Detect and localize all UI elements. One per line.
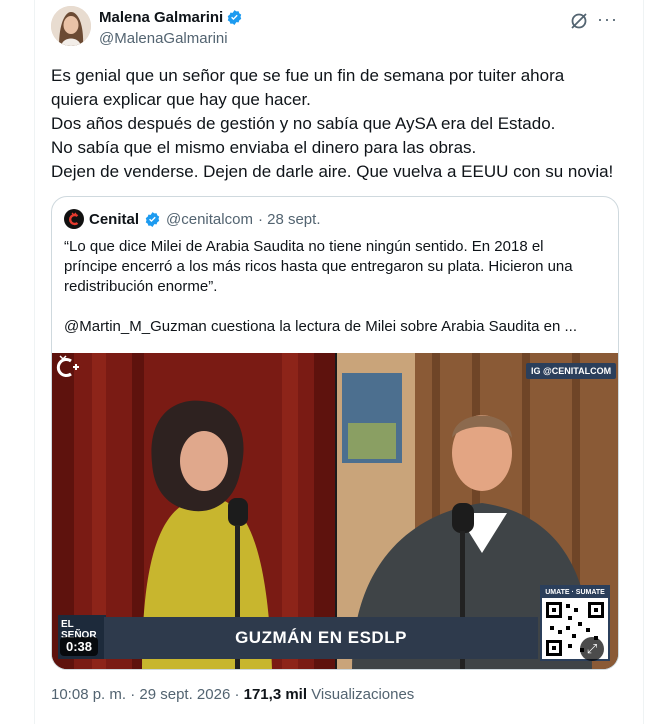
- tweet-text: Es genial que un señor que se fue un fin…: [51, 64, 621, 184]
- cenital-plus-logo-icon: [56, 355, 79, 377]
- avatar[interactable]: [51, 6, 91, 46]
- quote-date[interactable]: · 28 sept.: [258, 211, 321, 228]
- sumate-label: UMATE · SUMATE: [542, 587, 608, 598]
- show-label-1: EL: [61, 619, 74, 630]
- quote-header: Cenital @cenitalcom · 28 sept.: [64, 209, 321, 229]
- author-name-text[interactable]: Malena Galmarini: [99, 9, 223, 26]
- quote-author-name[interactable]: Cenital: [89, 211, 139, 228]
- quote-line: redistribución enorme”.: [64, 278, 218, 295]
- tweet-line: Dos años después de gestión y no sabía q…: [51, 114, 556, 133]
- tweet-line: Dejen de venderse. Dejen de darle aire. …: [51, 162, 614, 181]
- video-player[interactable]: IG @CENITALCOM EL SEÑOR GUZMÁN EN ESDLP …: [52, 353, 618, 669]
- verified-badge-icon: [145, 211, 160, 227]
- cenital-logo-icon: [64, 209, 84, 229]
- quoted-tweet[interactable]: Cenital @cenitalcom · 28 sept. “Lo que d…: [51, 196, 619, 670]
- tweet-line: No sabía que el mismo enviaba el dinero …: [51, 138, 477, 157]
- video-title-bar: GUZMÁN EN ESDLP: [104, 617, 538, 659]
- author-name[interactable]: Malena Galmarini: [99, 9, 243, 26]
- tweet-line: quiera explicar que hay que hacer.: [51, 90, 311, 109]
- views-label: Visualizaciones: [311, 686, 415, 703]
- tweet-line: Es genial que un señor que se fue un fin…: [51, 66, 565, 85]
- grok-icon[interactable]: [569, 11, 589, 31]
- quote-line: @Martin_M_Guzman cuestiona la lectura de…: [64, 318, 577, 335]
- verified-badge-icon: [227, 10, 242, 25]
- expand-icon[interactable]: ⤢: [580, 637, 604, 661]
- video-duration: 0:38: [60, 637, 99, 656]
- views-count: 171,3 mil: [243, 686, 308, 703]
- quote-line: “Lo que dice Milei de Arabia Saudita no …: [64, 238, 544, 255]
- quote-line: príncipe encerró a los más ricos hasta q…: [64, 258, 573, 275]
- video-title: GUZMÁN EN ESDLP: [235, 628, 407, 647]
- tweet-footer: 10:08 p. m. · 29 sept. 2026 · 171,3 mil …: [51, 686, 414, 703]
- tweet-card: Malena Galmarini @MalenaGalmarini ··· Es…: [34, 0, 644, 724]
- quote-text: “Lo que dice Milei de Arabia Saudita no …: [64, 237, 609, 337]
- instagram-tag: IG @CENITALCOM: [526, 363, 617, 379]
- tweet-timestamp[interactable]: 10:08 p. m. · 29 sept. 2026 ·: [51, 686, 239, 703]
- author-handle[interactable]: @MalenaGalmarini: [99, 30, 228, 47]
- more-icon[interactable]: ···: [597, 9, 618, 30]
- quote-line: [64, 297, 609, 317]
- quote-author-handle[interactable]: @cenitalcom: [166, 211, 253, 228]
